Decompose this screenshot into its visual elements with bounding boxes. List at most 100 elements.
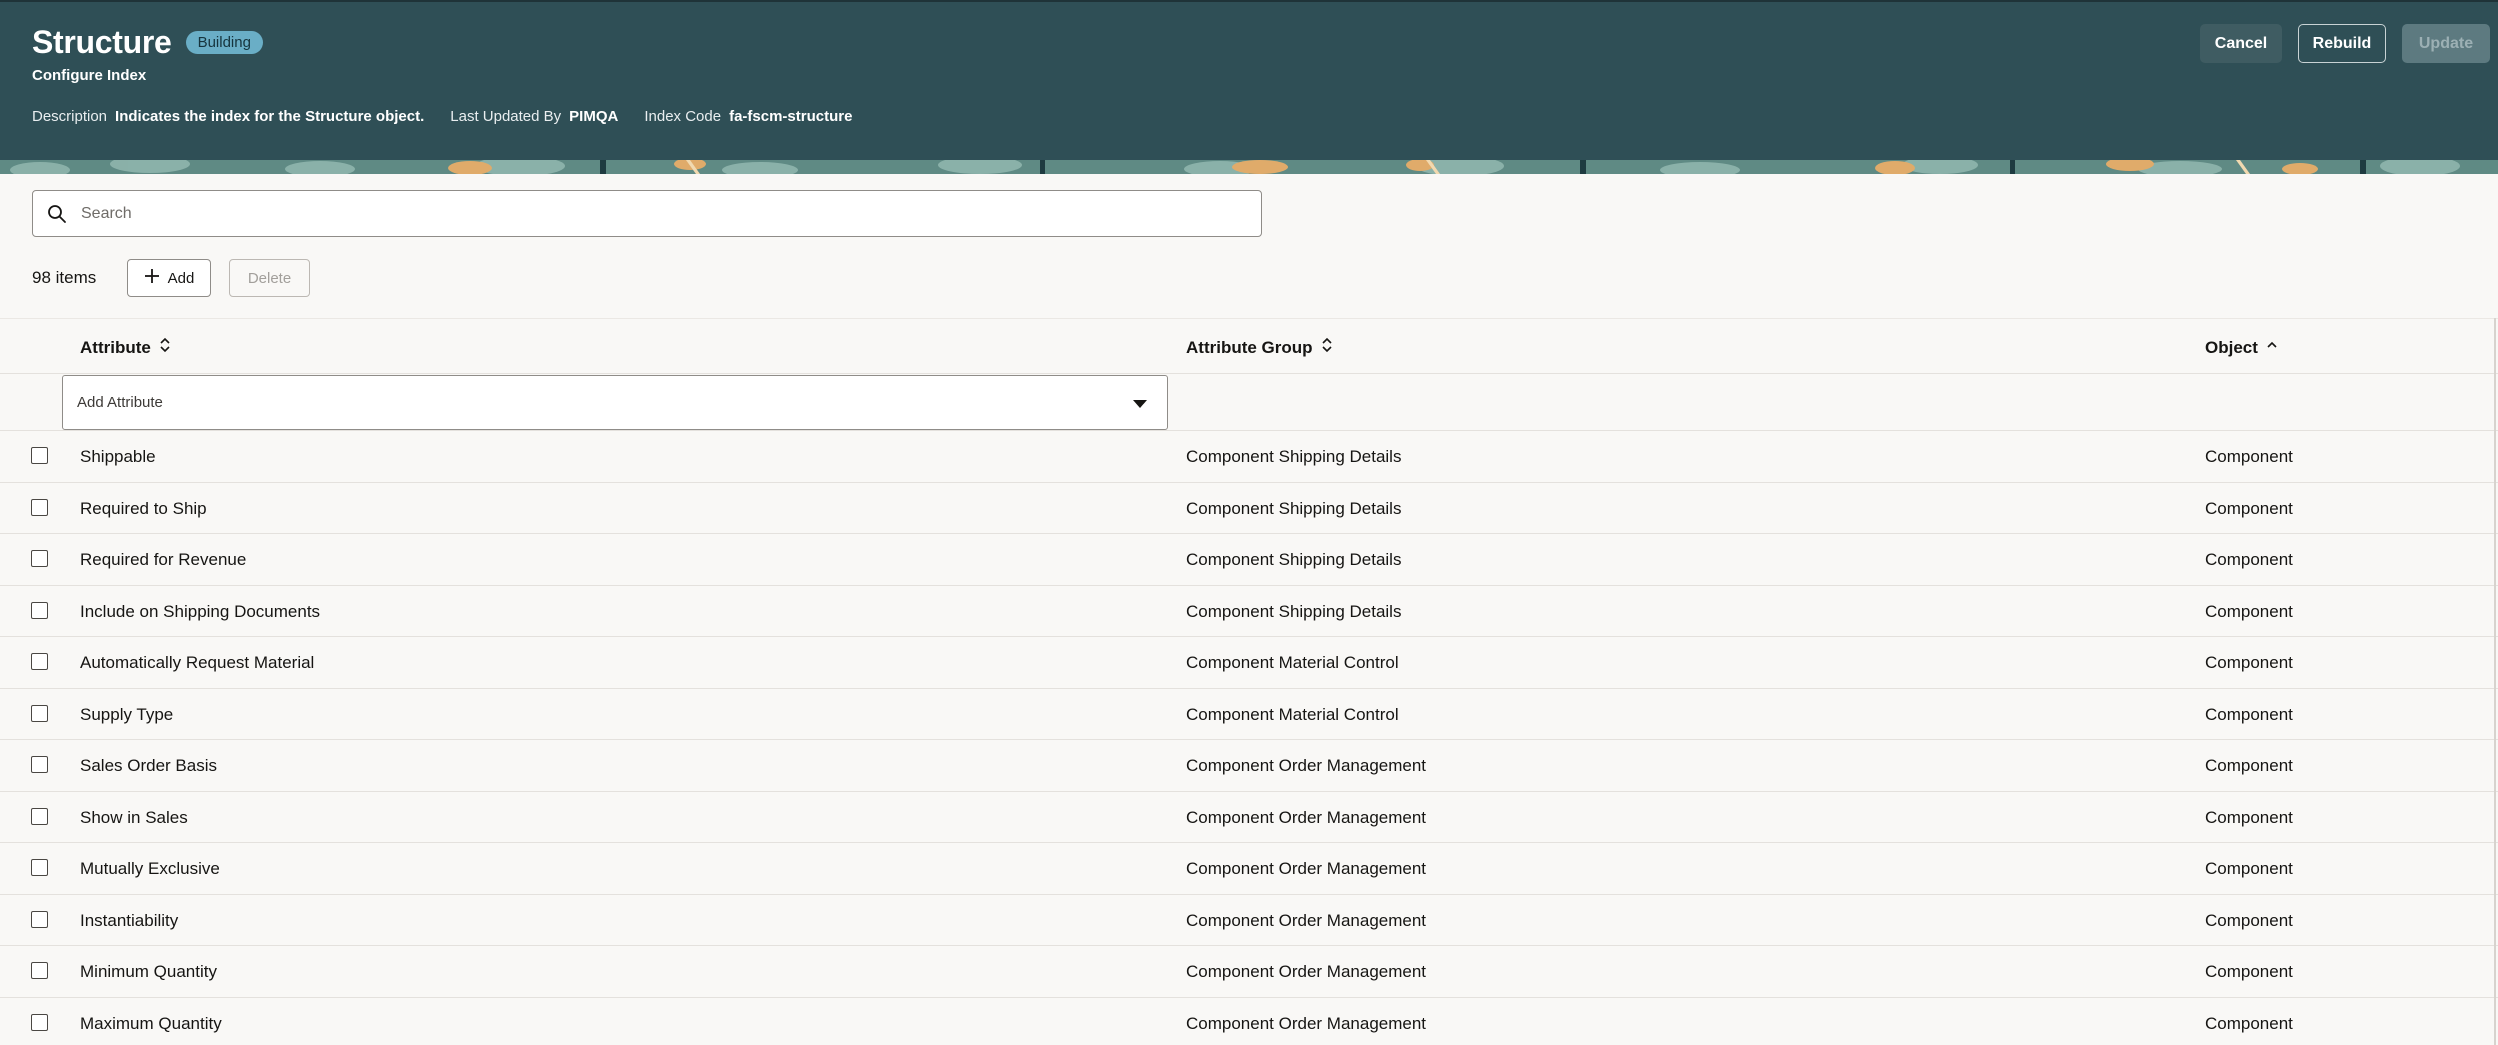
- attribute-group-cell: Component Order Management: [1186, 756, 1427, 775]
- last-updated-label: Last Updated By: [450, 108, 562, 125]
- add-button[interactable]: Add: [127, 259, 211, 297]
- object-cell: Component: [2205, 962, 2293, 981]
- table-header: Attribute Attribute Group Object: [0, 318, 2498, 374]
- add-button-label: Add: [167, 269, 195, 287]
- row-checkbox[interactable]: [31, 498, 48, 516]
- delete-button: Delete: [229, 259, 310, 297]
- table-row[interactable]: Shippable Component Shipping Details Com…: [0, 431, 2498, 483]
- last-updated-value: PIMQA: [569, 108, 619, 125]
- object-cell: Component: [2205, 859, 2293, 878]
- index-code-label: Index Code: [644, 108, 722, 125]
- plus-icon: [144, 268, 160, 288]
- column-header-object[interactable]: Object: [2205, 337, 2278, 358]
- object-cell: Component: [2205, 498, 2293, 518]
- table-row[interactable]: Mutually Exclusive Component Order Manag…: [0, 843, 2498, 895]
- add-attribute-select[interactable]: Add Attribute: [62, 375, 1168, 430]
- attribute-cell: Shippable: [80, 447, 156, 466]
- status-badge: Building: [185, 31, 263, 54]
- object-cell: Component: [2205, 653, 2293, 672]
- title-row: Structure Building: [32, 24, 263, 61]
- row-checkbox[interactable]: [31, 447, 48, 464]
- header-actions: Cancel Rebuild Update: [2200, 24, 2490, 63]
- banner-pattern-graphic: [0, 160, 2498, 174]
- attribute-cell: Minimum Quantity: [80, 962, 217, 981]
- object-cell: Component: [2205, 447, 2293, 466]
- page-subtitle: Configure Index: [32, 67, 147, 84]
- search-icon: [33, 204, 81, 224]
- attribute-group-cell: Component Order Management: [1186, 859, 1427, 878]
- row-checkbox[interactable]: [31, 550, 48, 567]
- attribute-cell: Mutually Exclusive: [80, 859, 220, 878]
- attribute-group-cell: Component Order Management: [1186, 962, 1427, 981]
- search-box[interactable]: [32, 190, 1262, 237]
- sort-ascending-icon: [2266, 337, 2278, 358]
- attribute-cell: Supply Type: [80, 704, 174, 724]
- attribute-group-cell: Component Shipping Details: [1186, 498, 1402, 518]
- meta-row: Description Indicates the index for the …: [32, 108, 878, 125]
- attribute-cell: Automatically Request Material: [80, 653, 315, 672]
- chevron-down-icon: [1133, 400, 1147, 408]
- object-cell: Component: [2205, 550, 2293, 569]
- column-header-label: Object: [2205, 337, 2258, 357]
- description-value: Indicates the index for the Structure ob…: [115, 108, 425, 125]
- object-cell: Component: [2205, 704, 2293, 724]
- page-header: Structure Building Configure Index Descr…: [0, 0, 2498, 160]
- description-label: Description: [32, 108, 108, 125]
- row-checkbox[interactable]: [31, 859, 48, 876]
- row-checkbox[interactable]: [31, 756, 48, 773]
- attribute-cell: Required for Revenue: [80, 550, 247, 569]
- row-checkbox[interactable]: [31, 910, 48, 928]
- attribute-group-cell: Component Order Management: [1186, 807, 1427, 827]
- attribute-group-cell: Component Material Control: [1186, 653, 1399, 672]
- search-input[interactable]: [81, 204, 1231, 223]
- table-row[interactable]: Minimum Quantity Component Order Managem…: [0, 946, 2498, 998]
- attribute-cell: Show in Sales: [80, 807, 188, 827]
- table-row[interactable]: Required to Ship Component Shipping Deta…: [0, 483, 2498, 534]
- table-row[interactable]: Show in Sales Component Order Management…: [0, 792, 2498, 843]
- row-checkbox[interactable]: [31, 704, 48, 722]
- attribute-group-cell: Component Shipping Details: [1186, 601, 1402, 621]
- vertical-scrollbar[interactable]: [2494, 318, 2496, 1045]
- item-count: 98 items: [32, 268, 97, 287]
- row-checkbox[interactable]: [31, 807, 48, 825]
- column-header-label: Attribute Group: [1186, 337, 1313, 357]
- table-row[interactable]: Include on Shipping Documents Component …: [0, 586, 2498, 637]
- attribute-group-cell: Component Shipping Details: [1186, 447, 1402, 466]
- attribute-group-cell: Component Material Control: [1186, 704, 1399, 724]
- sort-icon: [1321, 337, 1333, 358]
- table-row[interactable]: Supply Type Component Material Control C…: [0, 689, 2498, 740]
- attribute-cell: Required to Ship: [80, 498, 207, 518]
- page-title: Structure: [32, 24, 172, 60]
- row-checkbox[interactable]: [31, 962, 48, 979]
- attribute-group-cell: Component Shipping Details: [1186, 550, 1402, 569]
- row-checkbox[interactable]: [31, 653, 48, 670]
- cancel-button[interactable]: Cancel: [2200, 24, 2282, 63]
- column-header-attribute-group[interactable]: Attribute Group: [1186, 337, 1333, 358]
- table-row[interactable]: Automatically Request Material Component…: [0, 637, 2498, 689]
- index-code-value: fa-fscm-structure: [729, 108, 853, 125]
- rebuild-button[interactable]: Rebuild: [2298, 24, 2386, 63]
- row-checkbox[interactable]: [31, 601, 48, 619]
- attributes-table: Attribute Attribute Group Object Add Att…: [0, 318, 2498, 1045]
- table-row[interactable]: Sales Order Basis Component Order Manage…: [0, 740, 2498, 792]
- decorative-banner: [0, 160, 2498, 174]
- object-cell: Component: [2205, 756, 2293, 775]
- column-header-label: Attribute: [80, 337, 151, 357]
- attribute-group-cell: Component Order Management: [1186, 1013, 1427, 1033]
- table-row[interactable]: Required for Revenue Component Shipping …: [0, 534, 2498, 586]
- column-header-attribute[interactable]: Attribute: [80, 337, 171, 358]
- object-cell: Component: [2205, 910, 2293, 930]
- object-cell: Component: [2205, 1013, 2293, 1033]
- object-cell: Component: [2205, 807, 2293, 827]
- sort-icon: [159, 337, 171, 358]
- table-row[interactable]: Instantiability Component Order Manageme…: [0, 895, 2498, 946]
- attribute-cell: Instantiability: [80, 910, 179, 930]
- object-cell: Component: [2205, 601, 2293, 621]
- row-checkbox[interactable]: [31, 1013, 48, 1031]
- update-button: Update: [2402, 24, 2490, 63]
- add-attribute-placeholder: Add Attribute: [77, 394, 163, 411]
- attribute-cell: Sales Order Basis: [80, 756, 217, 775]
- attribute-cell: Maximum Quantity: [80, 1013, 222, 1033]
- add-attribute-row: Add Attribute: [0, 374, 2498, 431]
- table-row[interactable]: Maximum Quantity Component Order Managem…: [0, 998, 2498, 1045]
